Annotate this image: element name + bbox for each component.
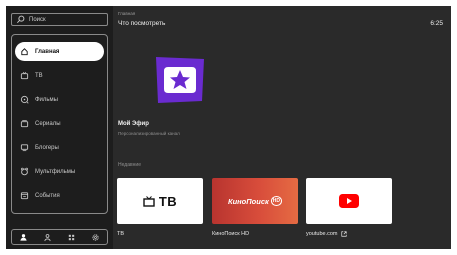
home-icon xyxy=(21,48,28,56)
search-input[interactable]: Поиск xyxy=(11,13,108,26)
recent-section-label: Недавние xyxy=(118,162,141,168)
sidebar-item-label: Блогеры xyxy=(35,144,59,151)
apps-icon[interactable] xyxy=(67,233,76,242)
sidebar-item-label: Фильмы xyxy=(35,96,58,103)
search-icon xyxy=(17,15,25,23)
sidebar-item-label: ТВ xyxy=(35,72,43,79)
sidebar: Поиск Главная ТВ Фильмы Сериалы Блогеры … xyxy=(6,6,113,249)
search-placeholder: Поиск xyxy=(29,16,46,23)
feature-title: Мой Эфир xyxy=(118,121,149,127)
sidebar-item-cartoons[interactable]: Мультфильмы xyxy=(15,162,104,181)
star-tv-icon[interactable] xyxy=(152,53,208,105)
film-icon xyxy=(20,95,29,104)
recent-tile-tv[interactable]: ТВ xyxy=(117,178,203,224)
tile-caption-youtube: youtube.com xyxy=(306,231,347,237)
sidebar-item-series[interactable]: Сериалы xyxy=(15,114,104,133)
tile-caption: КиноПоиск HD xyxy=(212,231,250,237)
tile-caption: youtube.com xyxy=(306,231,338,237)
sidebar-item-label: Мультфильмы xyxy=(35,168,76,175)
sidebar-item-label: Главная xyxy=(35,48,60,55)
youtube-icon xyxy=(339,194,359,208)
sidebar-bottom-bar xyxy=(11,229,108,245)
account-icon[interactable] xyxy=(43,233,52,242)
clock: 6:25 xyxy=(430,20,443,27)
events-icon xyxy=(20,192,29,200)
recent-tile-youtube[interactable] xyxy=(306,178,392,224)
recent-tile-kinopoisk[interactable]: КиноПоиск HD xyxy=(212,178,298,224)
sidebar-item-label: События xyxy=(35,192,60,199)
sidebar-item-films[interactable]: Фильмы xyxy=(15,90,104,109)
page-title: Что посмотреть xyxy=(118,20,166,27)
sidebar-item-events[interactable]: События xyxy=(15,186,104,205)
feature-subtitle: Персонализированный канал xyxy=(118,131,180,136)
main-content: Главная Что посмотреть 6:25 Мой Эфир Пер… xyxy=(113,6,451,249)
series-icon xyxy=(20,120,29,128)
kinopoisk-logo-text: КиноПоиск xyxy=(227,196,269,206)
bloggers-icon xyxy=(20,144,29,152)
sidebar-item-home[interactable]: Главная xyxy=(15,42,104,61)
tv-logo-text: ТВ xyxy=(158,193,178,209)
external-link-icon xyxy=(340,231,347,237)
sidebar-nav: Главная ТВ Фильмы Сериалы Блогеры Мультф… xyxy=(11,34,108,214)
tile-caption: ТВ xyxy=(117,231,125,237)
settings-icon[interactable] xyxy=(91,233,100,242)
profile-icon[interactable] xyxy=(19,233,28,242)
sidebar-item-tv[interactable]: ТВ xyxy=(15,66,104,85)
hd-badge: HD xyxy=(270,196,283,206)
tv-icon xyxy=(143,195,155,207)
cartoons-icon xyxy=(20,167,29,176)
sidebar-item-label: Сериалы xyxy=(35,120,61,127)
tv-icon xyxy=(20,71,29,80)
breadcrumb: Главная xyxy=(118,11,136,16)
sidebar-item-bloggers[interactable]: Блогеры xyxy=(15,138,104,157)
tv-screen: Поиск Главная ТВ Фильмы Сериалы Блогеры … xyxy=(6,6,451,249)
